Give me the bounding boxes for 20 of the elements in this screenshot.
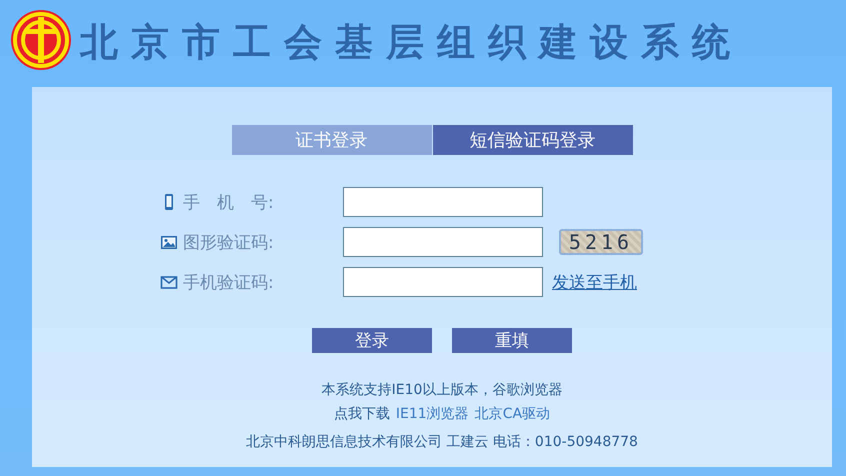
browser-notice: 本系统支持IE10以上版本，谷歌浏览器 (322, 381, 562, 399)
input-field[interactable] (343, 227, 543, 257)
image-icon (160, 233, 178, 251)
app-title: 北京市工会基层组织建设系统 (80, 18, 743, 66)
download-label: 点我下载 (334, 405, 390, 423)
reset-button[interactable]: 重填 (452, 328, 572, 353)
download-link[interactable]: IE11浏览器 (396, 405, 469, 423)
field-label: 手机验证码: (183, 272, 274, 294)
field-label: 图形验证码: (183, 232, 274, 254)
login-tab[interactable]: 短信验证码登录 (432, 125, 632, 155)
download-link[interactable]: 北京CA驱动 (474, 405, 550, 423)
captcha-image[interactable]: 5216 (559, 229, 643, 255)
logo-icon (10, 9, 72, 71)
company-info: 北京中科朗思信息技术有限公司 工建云 电话：010-50948778 (246, 433, 638, 451)
send-code-link[interactable]: 发送至手机 (552, 270, 637, 294)
input-field[interactable] (343, 187, 543, 217)
envelope-icon (160, 273, 178, 291)
login-button[interactable]: 登录 (312, 328, 432, 353)
field-label: 手 机 号: (183, 192, 274, 214)
input-field[interactable] (343, 267, 543, 297)
